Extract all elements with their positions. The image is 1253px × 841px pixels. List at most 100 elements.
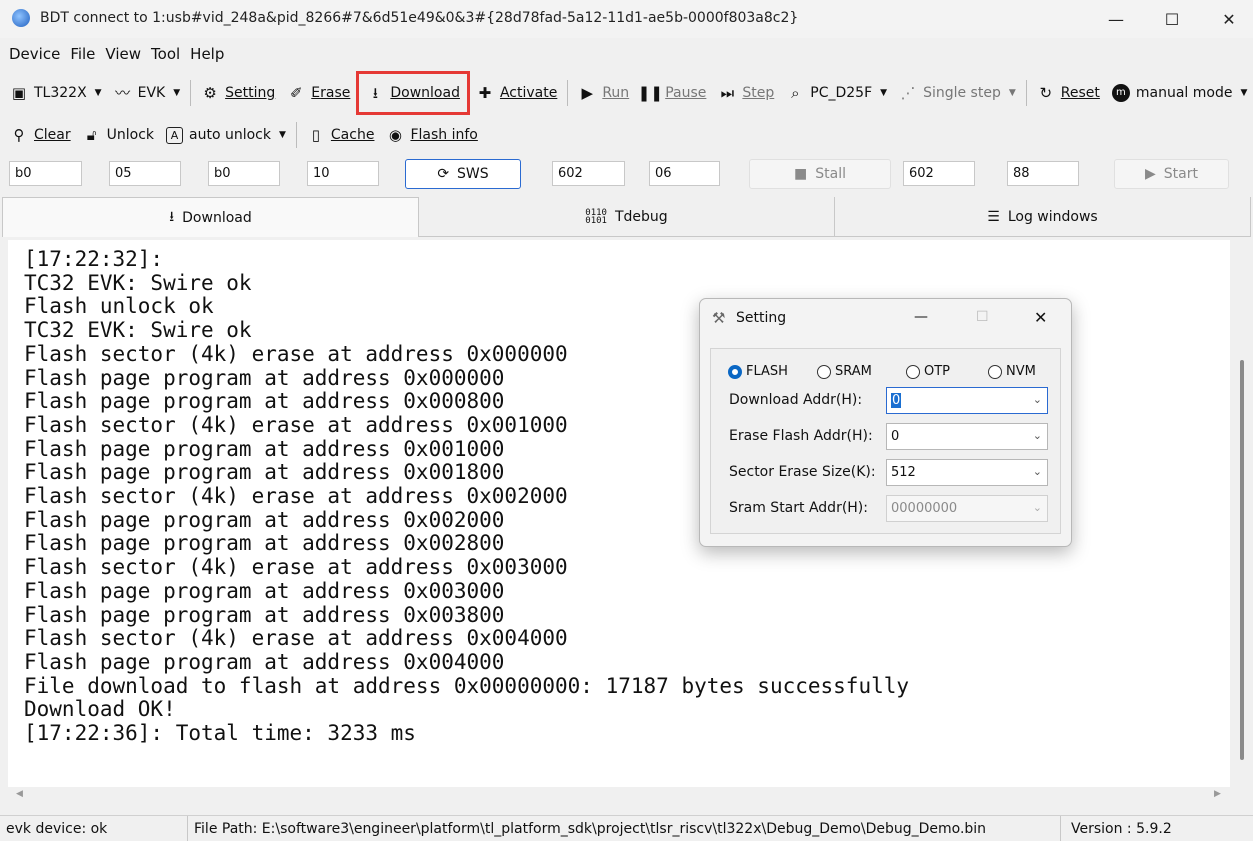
chevron-down-icon: ▼ [278, 130, 286, 140]
close-button[interactable]: ✕ [1200, 0, 1253, 38]
file-path-status: File Path: E:\software3\engineer\platfor… [188, 816, 1061, 841]
single-step-selector[interactable]: ⋰ Single step ▼ [893, 78, 1022, 108]
main-toolbar: ▣ TL322X ▼ 〰 EVK ▼ ⚙ Setting ✐ Erase ⭳ D… [4, 71, 1253, 115]
broom-icon: ⚲ [13, 125, 25, 144]
log-line: [17:22:36]: Total time: 3233 ms [24, 721, 416, 746]
radio-nvm[interactable]: NVM [988, 364, 1036, 379]
log-line: Flash page program at address 0x004000 [24, 649, 505, 674]
download-addr-combo[interactable]: 0 ⌄ [886, 387, 1048, 414]
single-step-label: Single step [923, 85, 1001, 101]
erase-addr-value: 0 [891, 429, 900, 444]
param-field-5[interactable]: 602 [552, 161, 625, 186]
sws-button[interactable]: ⟳ SWS [405, 159, 521, 189]
dialog-maximize-button[interactable]: ☐ [976, 309, 989, 325]
log-line: Download OK! [24, 697, 176, 722]
step-icon: ⏭ [720, 83, 735, 102]
download-button[interactable]: ⭳ Download [356, 71, 470, 115]
unlock-button[interactable]: 🔓︎ Unlock [77, 120, 160, 150]
step-button[interactable]: ⏭ Step [712, 78, 780, 108]
pause-button[interactable]: ❚❚ Pause [635, 78, 712, 108]
list-icon: ☰ [987, 208, 1000, 225]
menu-file[interactable]: File [65, 45, 100, 63]
board-selector[interactable]: 〰 EVK ▼ [108, 78, 187, 108]
sector-size-combo[interactable]: 512 ⌄ [886, 459, 1048, 486]
maximize-button[interactable]: ☐ [1143, 0, 1201, 38]
param-field-7[interactable]: 602 [903, 161, 975, 186]
scroll-right-icon[interactable]: ▶ [1214, 789, 1221, 799]
param-field-6[interactable]: 06 [649, 161, 720, 186]
menu-help[interactable]: Help [185, 45, 229, 63]
radio-sram[interactable]: SRAM [817, 364, 872, 379]
minimize-button[interactable]: — [1087, 0, 1145, 38]
board-label: EVK [137, 85, 166, 101]
menu-bar: Device File View Tool Help [0, 40, 1253, 68]
radio-otp-label: OTP [924, 364, 951, 379]
radio-otp[interactable]: OTP [906, 364, 950, 379]
menu-device[interactable]: Device [4, 45, 65, 63]
auto-unlock-label: auto unlock [189, 127, 271, 143]
param-field-4[interactable]: 10 [307, 161, 379, 186]
clear-button[interactable]: ⚲ Clear [4, 120, 77, 150]
param-field-1[interactable]: b0 [9, 161, 82, 186]
menu-view[interactable]: View [100, 45, 146, 63]
log-line: File download to flash at address 0x0000… [24, 673, 910, 698]
chevron-down-icon[interactable]: ⌄ [1033, 501, 1042, 514]
radio-flash[interactable]: FLASH [728, 364, 788, 379]
clear-label: Clear [34, 127, 71, 143]
param-field-2[interactable]: 05 [109, 161, 181, 186]
scroll-left-icon[interactable]: ◀ [16, 789, 23, 799]
radio-otp-dot [906, 364, 920, 379]
erase-addr-combo[interactable]: 0 ⌄ [886, 423, 1048, 450]
mode-selector[interactable]: m manual mode ▼ [1106, 78, 1253, 108]
flash-info-button[interactable]: ◉ Flash info [380, 120, 483, 150]
mode-icon: m [1111, 84, 1130, 102]
radio-flash-label: FLASH [746, 364, 788, 379]
log-line: Flash page program at address 0x003000 [24, 578, 505, 603]
chip-selector[interactable]: ▣ TL322X ▼ [4, 78, 108, 108]
log-line: Flash sector (4k) erase at address 0x003… [24, 555, 568, 580]
tab-log-windows[interactable]: ☰ Log windows [835, 197, 1251, 237]
dialog-panel: FLASH SRAM OTP NVM Download Addr(H): 0 ⌄… [710, 348, 1061, 534]
tab-tdebug[interactable]: 0110 0101 Tdebug [419, 197, 835, 237]
activate-label: Activate [499, 85, 558, 101]
menu-tool[interactable]: Tool [146, 45, 185, 63]
param-field-8[interactable]: 88 [1007, 161, 1079, 186]
version-status: Version : 5.9.2 [1071, 820, 1172, 837]
chevron-down-icon[interactable]: ⌄ [1033, 429, 1042, 442]
pc-selector[interactable]: ⌕ PC_D25F ▼ [780, 78, 893, 108]
window-title: BDT connect to 1:usb#vid_248a&pid_8266#7… [40, 10, 799, 26]
stop-icon: ■ [794, 166, 808, 182]
reset-button[interactable]: ↻ Reset [1031, 78, 1106, 108]
chevron-down-icon: ▼ [94, 88, 102, 98]
refresh-icon: ⟳ [437, 166, 450, 182]
dialog-title: Setting [736, 310, 787, 326]
chevron-down-icon: ▼ [1008, 88, 1016, 98]
device-status: evk device: ok [0, 816, 188, 841]
setting-label: Setting [225, 85, 276, 101]
start-button[interactable]: ▶ Start [1114, 159, 1229, 189]
signal-icon: 〰 [115, 83, 131, 102]
activate-button[interactable]: ✚ Activate [470, 78, 563, 108]
auto-unlock-selector[interactable]: A auto unlock ▼ [160, 120, 292, 150]
secondary-toolbar: ⚲ Clear 🔓︎ Unlock A auto unlock ▼ ▯ Cach… [4, 117, 484, 153]
run-button[interactable]: ▶ Run [572, 78, 635, 108]
vertical-scrollbar-thumb[interactable] [1240, 360, 1244, 760]
eraser-icon: ✐ [289, 83, 303, 102]
dialog-close-button[interactable]: ✕ [1034, 308, 1047, 327]
setting-button[interactable]: ⚙ Setting [195, 78, 281, 108]
sram-start-combo[interactable]: 00000000 ⌄ [886, 495, 1048, 522]
chevron-down-icon[interactable]: ⌄ [1033, 465, 1042, 478]
chevron-down-icon[interactable]: ⌄ [1033, 393, 1042, 406]
reset-icon: ↻ [1039, 83, 1053, 102]
param-field-3[interactable]: b0 [208, 161, 280, 186]
auto-unlock-icon: A [166, 126, 184, 144]
stall-button[interactable]: ■ Stall [749, 159, 891, 189]
sws-label: SWS [457, 166, 489, 182]
erase-button[interactable]: ✐ Erase [281, 78, 356, 108]
toolbar-divider [190, 80, 192, 106]
dialog-minimize-button[interactable]: — [914, 309, 928, 325]
horizontal-scrollbar[interactable]: ◀ ▶ [8, 787, 1230, 804]
cache-button[interactable]: ▯ Cache [301, 120, 381, 150]
start-label: Start [1163, 166, 1198, 182]
tab-download[interactable]: ⭳ Download [2, 197, 419, 237]
